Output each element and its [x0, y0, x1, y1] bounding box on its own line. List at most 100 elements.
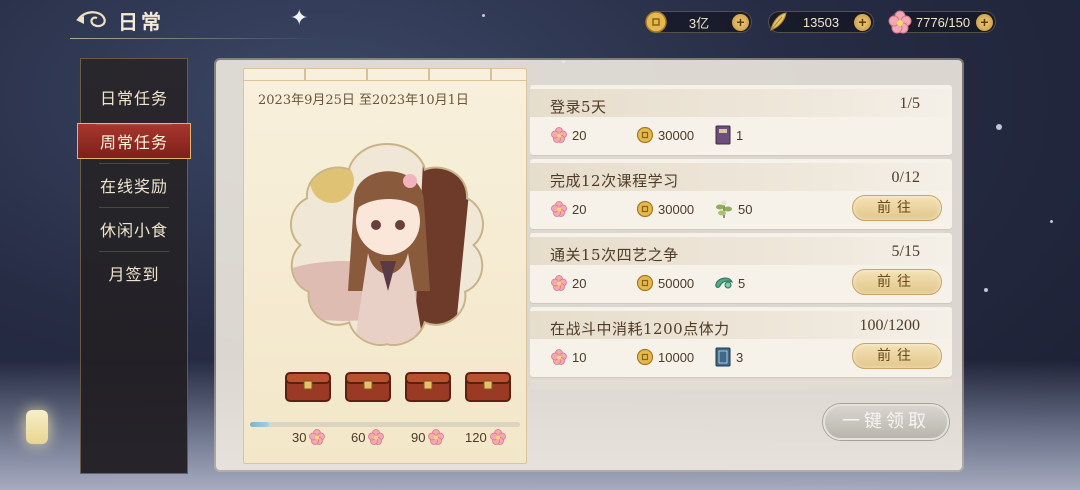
reward-value: 30000 — [658, 201, 695, 217]
next-task-row-partial — [530, 380, 952, 390]
blossom-icon — [489, 429, 506, 445]
herb-icon — [716, 200, 732, 218]
task-row: 通关15次四艺之争 5/15 20 50000 5 前往 — [530, 233, 952, 303]
sidebar-item-monthly-signin[interactable]: 月签到 — [81, 251, 187, 295]
task-progress: 0/12 — [891, 169, 920, 186]
sidebar-item-label: 在线奖励 — [99, 177, 168, 196]
jade-icon — [715, 277, 733, 289]
task-title: 通关15次四艺之争 — [550, 246, 679, 264]
reward-value: 50 — [738, 201, 753, 217]
task-title: 完成12次课程学习 — [550, 172, 679, 190]
coin-icon — [636, 274, 654, 292]
reward-value: 50000 — [658, 275, 695, 291]
blossom-icon — [888, 10, 912, 34]
sidebar-item-label: 日常任务 — [99, 89, 168, 108]
scroll-book-icon — [715, 347, 731, 367]
sidebar-item-label: 周常任务 — [99, 133, 168, 152]
task-header: 通关15次四艺之争 5/15 — [530, 237, 952, 265]
blossom-icon — [551, 349, 567, 365]
reward-value: 1 — [736, 127, 744, 143]
page-title: 日常 — [118, 9, 164, 34]
milestone-value: 90 — [411, 429, 426, 445]
category-sidebar: 日常任务 周常任务 在线奖励 休闲小食 月签到 — [77, 58, 191, 474]
task-progress: 1/5 — [899, 95, 920, 112]
blossom-icon — [551, 127, 567, 143]
task-title: 在战斗中消耗1200点体力 — [550, 320, 730, 338]
showcase-header-strip — [244, 69, 526, 81]
reward-blossom: 10 — [550, 347, 586, 367]
milestone-90: 90 — [411, 427, 445, 447]
header-divider — [70, 38, 320, 39]
reward-coin: 50000 — [636, 273, 694, 293]
task-progress: 5/15 — [891, 243, 920, 260]
blossom-icon — [428, 429, 445, 445]
currency-coin: 3亿 + — [645, 11, 752, 33]
treasure-chest-icon[interactable] — [284, 369, 332, 403]
reward-blossom: 20 — [550, 199, 586, 219]
reward-item: 5 — [714, 273, 745, 293]
reward-coin: 30000 — [636, 125, 694, 145]
lantern-decoration — [26, 410, 48, 444]
coin-icon — [636, 348, 654, 366]
feather-icon — [770, 12, 787, 31]
goto-button[interactable]: 前往 — [852, 269, 942, 295]
reward-coin: 10000 — [636, 347, 694, 367]
task-row: 登录5天 1/5 20 30000 1 — [530, 85, 952, 155]
sidebar-item-weekly-tasks[interactable]: 周常任务 — [77, 123, 191, 159]
back-swirl-icon — [76, 11, 106, 28]
goto-button[interactable]: 前往 — [852, 343, 942, 369]
reward-value: 20 — [572, 275, 587, 291]
treasure-chest-icon[interactable] — [344, 369, 392, 403]
task-row: 在战斗中消耗1200点体力 100/1200 10 10000 3 前往 — [530, 307, 952, 377]
goto-button[interactable]: 前往 — [852, 195, 942, 221]
add-blossom-button[interactable]: + — [976, 14, 993, 31]
reward-item: 3 — [714, 347, 743, 367]
reward-value: 3 — [736, 349, 744, 365]
milestone-value: 60 — [351, 429, 366, 445]
sidebar-item-snacks[interactable]: 休闲小食 — [81, 207, 187, 251]
task-title: 登录5天 — [550, 98, 607, 116]
milestone-30: 30 — [292, 427, 326, 447]
task-progress: 100/1200 — [859, 317, 920, 334]
sidebar-item-label: 月签到 — [108, 265, 160, 284]
reward-blossom: 20 — [550, 273, 586, 293]
date-range: 2023年9月25日 至2023年10月1日 — [258, 93, 469, 108]
currency-blossom: 7776/150 + — [888, 10, 996, 34]
sidebar-item-daily-tasks[interactable]: 日常任务 — [81, 75, 187, 119]
sidebar-item-label: 休闲小食 — [99, 221, 168, 240]
task-header: 在战斗中消耗1200点体力 100/1200 — [530, 311, 952, 339]
reward-item: 1 — [714, 125, 743, 145]
blossom-icon — [309, 429, 326, 445]
task-header: 登录5天 1/5 — [530, 89, 952, 117]
star-decoration — [984, 288, 988, 292]
star-decoration — [1050, 220, 1053, 223]
milestone-120: 120 — [465, 427, 507, 447]
reward-value: 30000 — [658, 127, 695, 143]
task-list: 登录5天 1/5 20 30000 1 完成12次课程学习 0/12 20 30… — [530, 85, 952, 390]
reward-value: 20 — [572, 127, 587, 143]
character-portrait — [289, 142, 485, 346]
reward-value: 10 — [572, 349, 587, 365]
currency-feather: 13503 + — [768, 11, 874, 33]
coin-icon — [636, 126, 654, 144]
reward-coin: 30000 — [636, 199, 694, 219]
add-coin-button[interactable]: + — [732, 14, 749, 31]
reward-value: 10000 — [658, 349, 695, 365]
reward-item: 50 — [714, 199, 752, 219]
reward-value: 20 — [572, 201, 587, 217]
milestone-chests — [284, 369, 524, 409]
milestone-value: 30 — [292, 429, 307, 445]
back-button[interactable]: 日常 — [74, 4, 224, 36]
task-header: 完成12次课程学习 0/12 — [530, 163, 952, 191]
sidebar-item-online-rewards[interactable]: 在线奖励 — [81, 163, 187, 207]
weekly-progress-fill — [250, 422, 269, 427]
treasure-chest-icon[interactable] — [404, 369, 452, 403]
milestone-60: 60 — [351, 427, 385, 447]
treasure-chest-icon[interactable] — [464, 369, 512, 403]
claim-all-button[interactable]: 一键领取 — [823, 404, 949, 440]
reward-value: 5 — [738, 275, 746, 291]
top-bar: 日常 3亿 + 13503 + 7776/150 + — [0, 0, 1080, 40]
reward-blossom: 20 — [550, 125, 586, 145]
star-decoration — [996, 124, 1002, 130]
add-feather-button[interactable]: + — [854, 14, 871, 31]
